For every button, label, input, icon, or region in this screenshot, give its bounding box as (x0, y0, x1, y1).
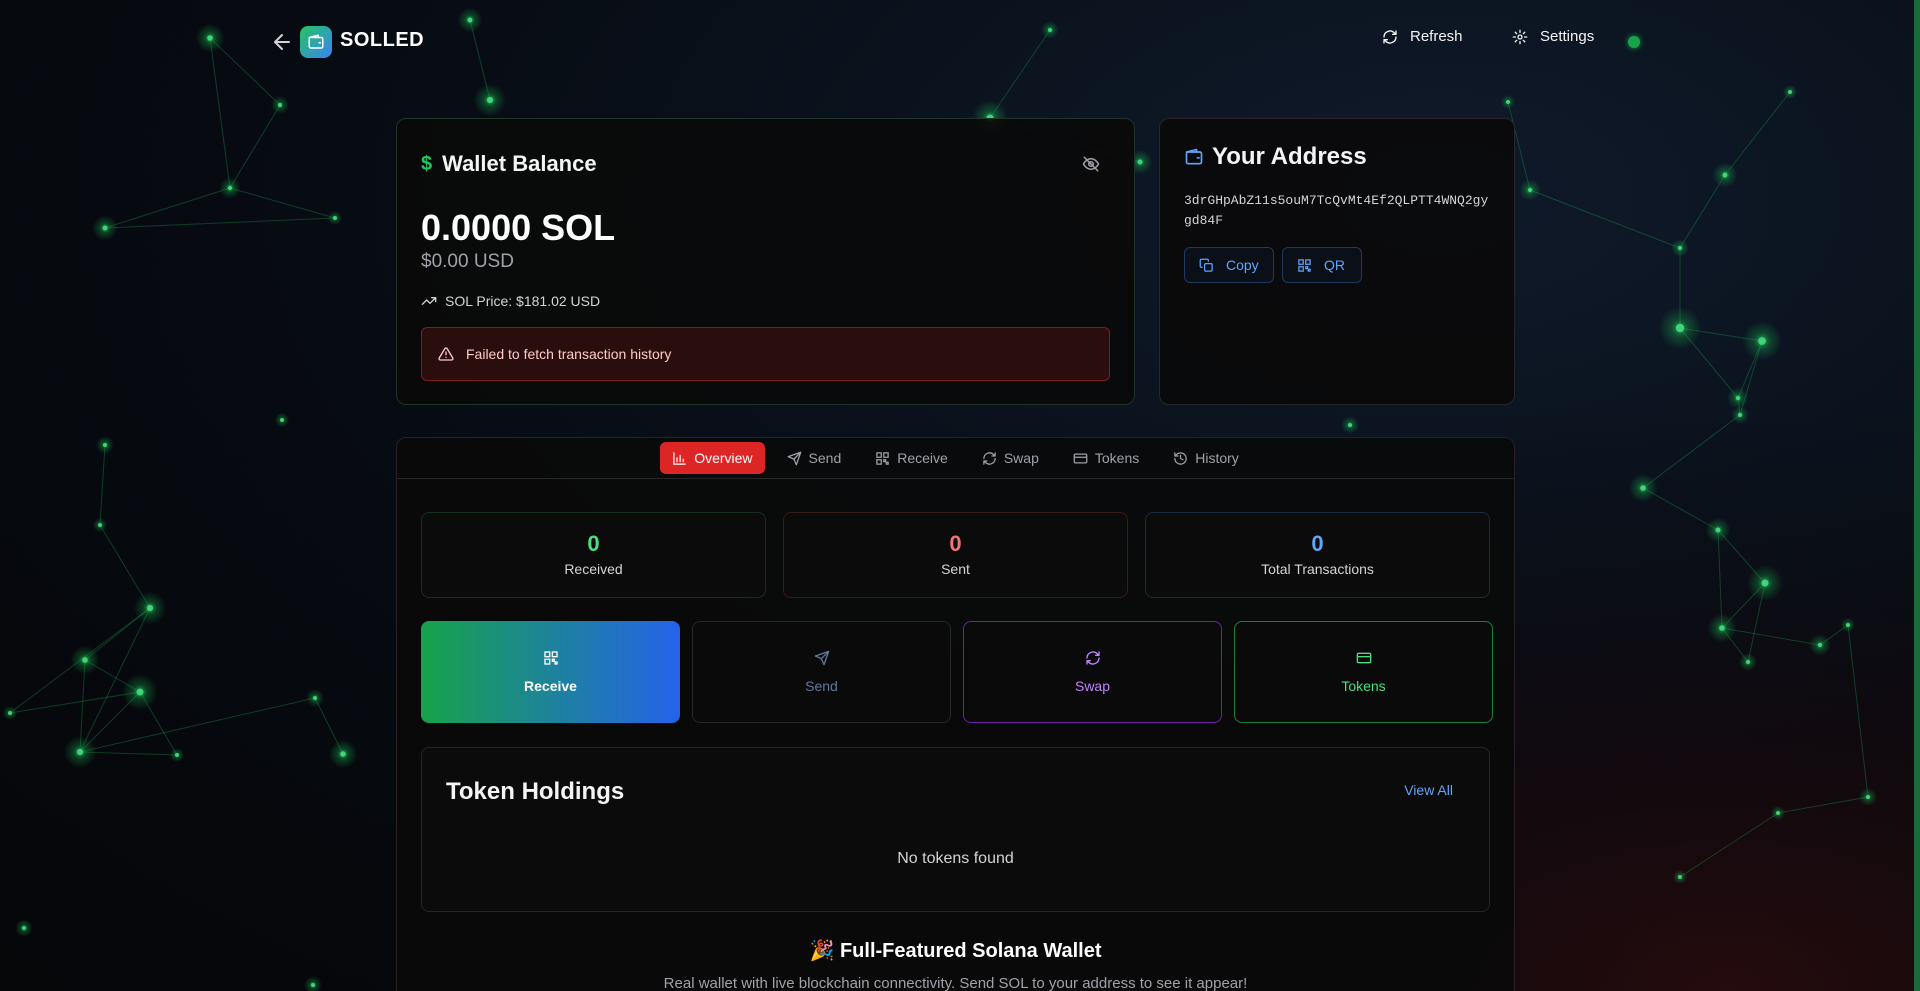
stat-total-transactions: 0 Total Transactions (1145, 512, 1490, 598)
back-arrow-icon[interactable] (270, 30, 294, 54)
tab-tokens[interactable]: Tokens (1061, 442, 1151, 474)
received-label: Received (564, 561, 623, 577)
wallet-balance-card: $ Wallet Balance 0.0000 SOL $0.00 USD SO… (396, 118, 1135, 405)
stat-received: 0 Received (421, 512, 766, 598)
sent-count: 0 (949, 531, 962, 556)
view-all-link[interactable]: View All (1404, 782, 1453, 798)
qr-label: QR (1324, 257, 1345, 273)
wallet-logo-icon (300, 26, 332, 58)
tab-send[interactable]: Send (775, 442, 854, 474)
qr-icon (875, 451, 890, 466)
promo-text: Real wallet with live blockchain connect… (663, 975, 1248, 991)
copy-label: Copy (1226, 257, 1259, 273)
warning-triangle-icon (438, 346, 454, 362)
total-transactions-label: Total Transactions (1261, 561, 1374, 577)
dollar-icon: $ (421, 152, 433, 175)
swap-action-label: Swap (1074, 678, 1111, 694)
wallet-balance-heading: $ Wallet Balance (421, 151, 597, 177)
error-text: Failed to fetch transaction history (466, 346, 672, 362)
sol-price-row: SOL Price: $181.02 USD (421, 293, 600, 309)
settings-label: Settings (1540, 28, 1595, 45)
tab-history-label: History (1195, 450, 1239, 466)
brand-name: SOLLED (340, 29, 425, 51)
stat-sent: 0 Sent (783, 512, 1128, 598)
tab-overview-label: Overview (694, 450, 753, 466)
tokens-action-button[interactable]: Tokens (1234, 621, 1493, 723)
send-action-label: Send (805, 678, 838, 694)
swap-icon (982, 451, 997, 466)
history-icon (1173, 451, 1188, 466)
wallet-card-icon (1073, 451, 1088, 466)
copy-address-button[interactable]: Copy (1184, 247, 1274, 283)
received-count: 0 (587, 531, 600, 556)
wallet-address-value: 3drGHpAbZ11s5ouM7TcQvMt4Ef2QLPTT4WNQ2gyg… (1184, 193, 1489, 228)
settings-button[interactable]: Settings (1512, 28, 1594, 45)
send-icon (814, 650, 830, 666)
tab-history[interactable]: History (1161, 442, 1251, 474)
sol-price-text: SOL Price: $181.02 USD (445, 293, 601, 309)
main-panel: Overview Send Receive Swap Tokens Histor… (396, 437, 1515, 991)
refresh-button[interactable]: Refresh (1382, 28, 1463, 45)
receive-action-label: Receive (524, 678, 577, 694)
connection-status-dot (1628, 36, 1640, 48)
token-holdings-section: Token Holdings View All No tokens found (421, 747, 1490, 912)
gear-icon (1512, 29, 1528, 45)
tab-receive-label: Receive (897, 450, 948, 466)
refresh-label: Refresh (1410, 28, 1463, 45)
swap-icon (1085, 650, 1101, 666)
top-bar: SOLLED Refresh Settings (0, 0, 1920, 84)
sol-balance: 0.0000 SOL (421, 207, 616, 248)
send-action-button[interactable]: Send (692, 621, 951, 723)
qr-icon (543, 650, 559, 666)
wallet-balance-title: Wallet Balance (442, 151, 597, 176)
tab-send-label: Send (808, 450, 842, 466)
scrollbar[interactable] (1914, 0, 1920, 991)
total-transactions-count: 0 (1311, 531, 1324, 556)
sent-label: Sent (941, 561, 970, 577)
swap-action-button[interactable]: Swap (963, 621, 1222, 723)
bar-chart-icon (672, 451, 687, 466)
promo-title: 🎉 Full-Featured Solana Wallet (809, 940, 1102, 962)
tab-swap-label: Swap (1003, 450, 1039, 466)
hide-balance-eye-icon[interactable] (1082, 155, 1100, 173)
wallet-icon (1184, 147, 1204, 167)
tab-overview[interactable]: Overview (660, 442, 765, 474)
tokens-action-label: Tokens (1341, 678, 1386, 694)
your-address-heading: Your Address (1184, 143, 1367, 171)
trending-up-icon (421, 293, 437, 309)
your-address-card: Your Address 3drGHpAbZ11s5ouM7TcQvMt4Ef2… (1159, 118, 1515, 405)
tab-tokens-label: Tokens (1094, 450, 1140, 466)
error-alert: Failed to fetch transaction history (421, 327, 1110, 381)
tab-swap[interactable]: Swap (970, 442, 1051, 474)
tab-receive[interactable]: Receive (863, 442, 960, 474)
your-address-title: Your Address (1212, 143, 1367, 170)
tab-bar: Overview Send Receive Swap Tokens Histor… (397, 438, 1514, 479)
refresh-icon (1382, 29, 1398, 45)
receive-action-button[interactable]: Receive (421, 621, 680, 723)
wallet-card-icon (1356, 650, 1372, 666)
usd-balance: $0.00 USD (421, 251, 514, 272)
copy-icon (1199, 258, 1214, 273)
no-tokens-message: No tokens found (897, 850, 1014, 867)
qr-code-button[interactable]: QR (1282, 247, 1362, 283)
send-icon (787, 451, 802, 466)
token-holdings-title: Token Holdings (446, 778, 625, 805)
qr-icon (1297, 258, 1312, 273)
